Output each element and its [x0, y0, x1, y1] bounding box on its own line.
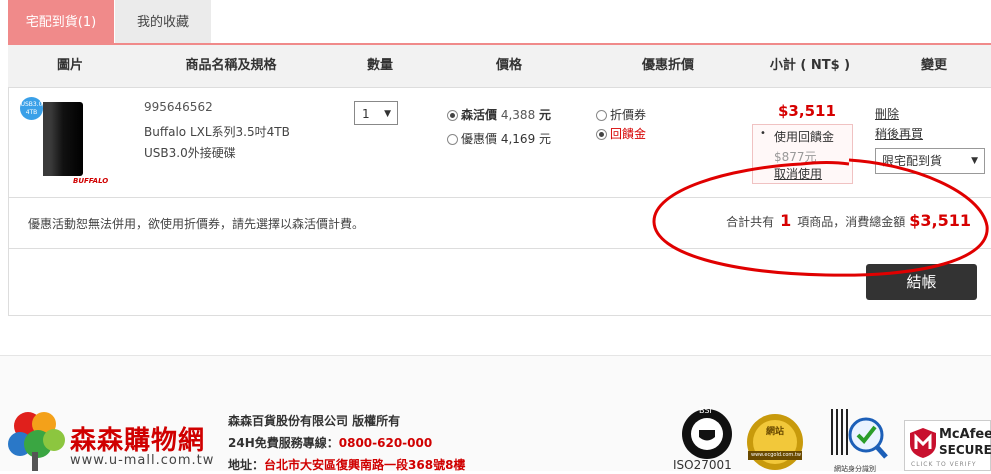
promo-notice: 優惠活動恕無法併用，欲使用折價券，請先選擇以森活價計費。 — [28, 217, 365, 231]
tab-home-delivery[interactable]: 宅配到貨(1) — [8, 0, 114, 43]
verify-magnifier-icon[interactable] — [826, 405, 890, 465]
buy-later-link[interactable]: 稍後再買 — [875, 125, 923, 142]
rebate-used-label: 使用回饋金 — [774, 130, 835, 144]
gold-seal-label: 網站 — [766, 427, 785, 437]
price-label-discount: 優惠價 — [461, 132, 498, 146]
mcafee-name: McAfee — [939, 427, 991, 442]
quantity-select[interactable]: 1 ▼ — [354, 101, 398, 125]
hotline: 24H免費服務專線：0800-620-000 — [228, 434, 432, 451]
header-product-name: 商品名稱及規格 — [185, 58, 277, 73]
mcafee-shield-icon — [910, 428, 936, 458]
brand-url[interactable]: www.u-mall.com.tw — [70, 453, 214, 468]
product-name-line2: USB3.0外接硬碟 — [144, 146, 236, 160]
price-option-discount[interactable]: 優惠價 4,169 元 — [447, 130, 551, 147]
mcafee-badge[interactable]: McAfee SECURE CLICK TO VERIFY — [904, 420, 991, 471]
mcafee-secure: SECURE — [939, 443, 991, 457]
gold-seal-url: www.ecgold.com.tw — [751, 452, 801, 458]
price-unit-discount: 元 — [539, 132, 552, 146]
radio-selected-icon[interactable] — [596, 129, 607, 140]
usb-4tb-badge: USB3.0 4TB — [20, 97, 43, 120]
price-value-regular: 4,388 — [500, 108, 536, 122]
product-name-line1: Buffalo LXL系列3.5吋4TB — [144, 125, 290, 139]
iso-label: ISO27001 — [673, 458, 732, 472]
header-change: 變更 — [920, 58, 948, 73]
product-code: 995646562 — [144, 100, 213, 114]
company-copyright: 森森百貨股份有限公司 版權所有 — [228, 414, 401, 428]
price-option-regular[interactable]: 森活價 4,388 元 — [447, 106, 551, 123]
header-image: 圖片 — [56, 58, 84, 73]
coupon-label: 折價券 — [610, 108, 647, 122]
price-unit-regular: 元 — [539, 108, 552, 122]
trust-caption: 網站身分識別 — [834, 465, 876, 473]
annotation-ellipse — [652, 158, 989, 277]
product-name[interactable]: Buffalo LXL系列3.5吋4TB USB3.0外接硬碟 — [144, 122, 304, 164]
header-price: 價格 — [495, 58, 523, 73]
header-subtotal: 小計 ( NT$ ) — [769, 58, 851, 73]
buffalo-logo: BUFFALO — [73, 177, 109, 185]
discount-option-coupon[interactable]: 折價券 — [596, 106, 646, 123]
table-border-bottom — [8, 315, 991, 316]
address-value: 台北市大安區復興南路一段368號8樓 — [264, 458, 466, 472]
tab-favorites[interactable]: 我的收藏 — [115, 0, 211, 43]
discount-option-rebate[interactable]: 回饋金 — [596, 125, 646, 142]
address: 地址：台北市大安區復興南路一段368號8樓 — [228, 456, 465, 473]
delete-link[interactable]: 刪除 — [875, 105, 899, 122]
chevron-down-icon: ▼ — [384, 109, 391, 119]
radio-selected-icon[interactable] — [447, 110, 458, 121]
radio-icon[interactable] — [596, 110, 607, 121]
radio-icon[interactable] — [447, 134, 458, 145]
item-subtotal: $3,511 — [778, 102, 836, 120]
bullet: • — [760, 128, 766, 139]
gold-seal-icon[interactable] — [744, 411, 806, 471]
header-quantity: 數量 — [366, 58, 394, 73]
u-mall-logo-icon — [8, 412, 65, 471]
price-label-regular: 森活價 — [461, 108, 498, 122]
hotline-label: 24H免費服務專線： — [228, 436, 339, 450]
rebate-label: 回饋金 — [610, 127, 647, 141]
header-discount: 優惠折價 — [641, 58, 695, 73]
quantity-value: 1 — [362, 107, 370, 121]
price-value-discount: 4,169 — [500, 132, 536, 146]
brand-name[interactable]: 森森購物網 — [70, 420, 205, 457]
bsi-label: BSI — [699, 406, 712, 415]
hotline-number: 0800-620-000 — [338, 436, 433, 450]
mcafee-verify: CLICK TO VERIFY — [911, 461, 977, 468]
table-header: 圖片 商品名稱及規格 數量 價格 優惠折價 小計 ( NT$ ) 變更 — [8, 45, 991, 88]
address-label: 地址： — [228, 458, 265, 472]
